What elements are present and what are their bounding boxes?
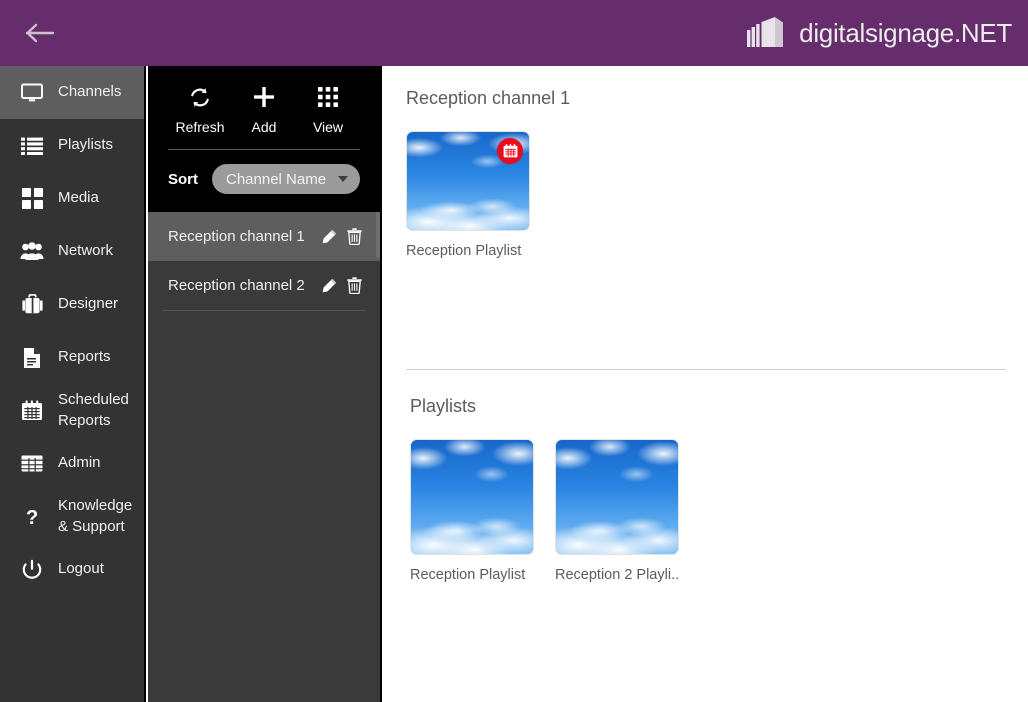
add-button[interactable]: Add (236, 86, 292, 135)
channel-list-item[interactable]: Reception channel 1 (148, 212, 380, 261)
toolbar-buttons: Refresh Add (166, 82, 362, 135)
tile-label: Reception Playlist (406, 243, 530, 259)
channel-row-actions (321, 277, 362, 294)
refresh-icon (189, 86, 211, 108)
svg-text:?: ? (26, 507, 38, 528)
sidebar-label: Logout (58, 559, 104, 579)
playlist-tiles: Reception Playlist Reception 2 Playli... (410, 417, 1028, 583)
sidebar-label: Reports (58, 347, 111, 367)
spacer (384, 259, 1028, 369)
sidebar-item-logout[interactable]: Logout (0, 543, 144, 596)
back-button[interactable] (14, 13, 66, 53)
tile-label: Reception 2 Playli... (555, 567, 679, 583)
channel-list-scrollbar[interactable] (376, 212, 380, 258)
calendar-icon (20, 399, 44, 423)
sidebar-item-network[interactable]: Network (0, 225, 144, 278)
brand-logo: digitalsignage.NET (745, 16, 1012, 50)
channel-tiles: Reception Playlist (406, 109, 1028, 259)
pencil-icon[interactable] (321, 229, 337, 245)
sidebar-label: Knowledge & Support (58, 496, 132, 537)
sidebar-label: Media (58, 188, 99, 208)
plus-icon (253, 86, 275, 108)
view-grid-icon (318, 86, 338, 108)
sidebar-label: Admin (58, 453, 101, 473)
channel-list-divider (162, 310, 366, 311)
channel-name: Reception channel 2 (168, 277, 305, 294)
sort-select[interactable]: Channel Name (212, 164, 360, 194)
toolbar-label: Refresh (175, 119, 224, 135)
list-icon (20, 134, 44, 158)
channel-panel: Refresh Add (148, 66, 382, 702)
tile-thumbnail (410, 439, 534, 555)
pencil-icon[interactable] (321, 278, 337, 294)
sky-image (556, 440, 678, 554)
refresh-button[interactable]: Refresh (172, 86, 228, 135)
sidebar-label: Scheduled Reports (58, 390, 129, 431)
channel-list-item[interactable]: Reception channel 2 (148, 261, 380, 310)
sidebar-item-channels[interactable]: Channels (0, 66, 144, 119)
brand-text: digitalsignage.NET (799, 18, 1012, 49)
power-icon (20, 558, 44, 582)
toolbar-label: View (313, 119, 343, 135)
sidebar-item-designer[interactable]: Designer (0, 278, 144, 331)
table-icon (20, 452, 44, 476)
sidebar-item-admin[interactable]: Admin (0, 437, 144, 490)
trash-icon[interactable] (347, 277, 362, 294)
monitor-icon (20, 81, 44, 105)
sidebar-item-knowledge-support[interactable]: ? Knowledge & Support (0, 490, 144, 543)
sidebar-label: Designer (58, 294, 118, 314)
sidebar-item-playlists[interactable]: Playlists (0, 119, 144, 172)
playlist-tile[interactable]: Reception Playlist (410, 439, 534, 583)
chevron-down-icon (338, 176, 348, 182)
tile-thumbnail (555, 439, 679, 555)
sidebar-item-reports[interactable]: Reports (0, 331, 144, 384)
toolbar-label: Add (252, 119, 277, 135)
back-arrow-icon (25, 22, 55, 44)
tile-thumbnail (406, 131, 530, 231)
sort-row: Sort Channel Name (166, 150, 362, 198)
view-button[interactable]: View (300, 86, 356, 135)
playlists-section: Playlists Reception Playlist Reception 2… (384, 370, 1028, 583)
playlists-title: Playlists (410, 396, 1028, 417)
grid-icon (20, 187, 44, 211)
channel-playlist-tile[interactable]: Reception Playlist (406, 131, 530, 259)
playlist-tile[interactable]: Reception 2 Playli... (555, 439, 679, 583)
sidebar-label: Network (58, 241, 113, 261)
sort-label: Sort (168, 171, 198, 188)
document-icon (20, 346, 44, 370)
panel-toolbar: Refresh Add (148, 66, 380, 212)
channel-name: Reception channel 1 (168, 228, 305, 245)
calendar-icon (503, 144, 518, 158)
page-title: Reception channel 1 (406, 88, 1028, 109)
sidebar-label: Playlists (58, 135, 113, 155)
sort-value: Channel Name (226, 171, 326, 188)
trash-icon[interactable] (347, 228, 362, 245)
channel-section: Reception channel 1 (384, 66, 1028, 259)
channel-row-actions (321, 228, 362, 245)
sky-image (411, 440, 533, 554)
building-logo-icon (745, 16, 789, 50)
tile-label: Reception Playlist (410, 567, 534, 583)
main-content: Reception channel 1 (384, 66, 1028, 702)
briefcase-icon (20, 293, 44, 317)
sidebar-item-media[interactable]: Media (0, 172, 144, 225)
app-root: digitalsignage.NET Channels Playlists (0, 0, 1028, 702)
question-icon: ? (20, 505, 44, 529)
sidebar: Channels Playlists Media (0, 66, 146, 702)
sidebar-item-scheduled-reports[interactable]: Scheduled Reports (0, 384, 144, 437)
top-header: digitalsignage.NET (0, 0, 1028, 66)
scheduled-badge (497, 138, 523, 164)
channel-list: Reception channel 1 (148, 212, 380, 311)
sidebar-label: Channels (58, 82, 121, 102)
users-icon (20, 240, 44, 264)
